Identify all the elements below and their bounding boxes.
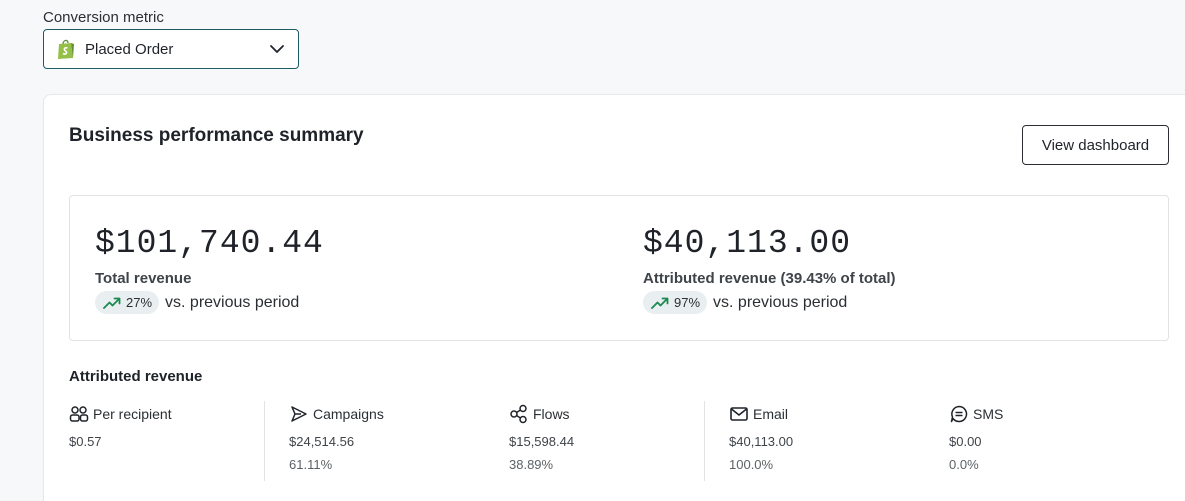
sms-icon bbox=[949, 404, 969, 424]
attr-percent: 61.11% bbox=[289, 457, 333, 472]
divider bbox=[264, 401, 265, 481]
attr-label: SMS bbox=[973, 406, 1004, 422]
send-icon bbox=[289, 404, 309, 424]
attr-value: $0.57 bbox=[69, 434, 102, 449]
attr-col-sms: SMS $0.00 0.0% bbox=[949, 402, 1003, 472]
attributed-revenue-stat: $40,113.00 Attributed revenue (39.43% of… bbox=[643, 222, 896, 314]
mail-icon bbox=[729, 404, 749, 424]
revenue-summary-box: $101,740.44 Total revenue 27% vs. previo… bbox=[69, 195, 1169, 341]
attr-percent: 0.0% bbox=[949, 457, 979, 472]
attr-label: Email bbox=[753, 406, 789, 422]
attr-percent: 38.89% bbox=[509, 457, 554, 472]
chevron-down-icon bbox=[268, 40, 286, 58]
trend-up-icon bbox=[651, 297, 669, 309]
total-revenue-value: $101,740.44 bbox=[95, 225, 324, 262]
trend-percent: 97% bbox=[674, 295, 701, 310]
trend-comparison-text: vs. previous period bbox=[165, 293, 300, 311]
divider bbox=[704, 401, 705, 481]
trend-badge: 27% bbox=[95, 291, 160, 314]
trend-comparison-text: vs. previous period bbox=[713, 293, 848, 311]
attr-col-campaigns: Campaigns $24,514.56 61.11% bbox=[289, 402, 384, 472]
conversion-metric-select[interactable]: Placed Order bbox=[43, 29, 299, 69]
attr-value: $0.00 bbox=[949, 434, 982, 449]
attributed-revenue-trend: 97% vs. previous period bbox=[643, 291, 896, 314]
trend-percent: 27% bbox=[126, 295, 153, 310]
attr-label: Campaigns bbox=[313, 406, 384, 422]
attr-col-per-recipient: Per recipient $0.57 bbox=[69, 402, 172, 449]
attributed-revenue-label: Attributed revenue (39.43% of total) bbox=[643, 270, 896, 287]
business-performance-card: Business performance summary View dashbo… bbox=[43, 94, 1185, 501]
trend-up-icon bbox=[103, 297, 121, 309]
view-dashboard-button[interactable]: View dashboard bbox=[1022, 125, 1169, 165]
attr-value: $24,514.56 bbox=[289, 434, 355, 449]
people-icon bbox=[69, 404, 89, 424]
total-revenue-stat: $101,740.44 Total revenue 27% vs. previo… bbox=[95, 222, 324, 314]
attr-col-email: Email $40,113.00 100.0% bbox=[729, 402, 793, 472]
conversion-metric-value: Placed Order bbox=[85, 40, 174, 58]
attr-col-flows: Flows $15,598.44 38.89% bbox=[509, 402, 574, 472]
attributed-revenue-value: $40,113.00 bbox=[643, 225, 852, 262]
total-revenue-label: Total revenue bbox=[95, 270, 192, 287]
total-revenue-trend: 27% vs. previous period bbox=[95, 291, 324, 314]
flow-icon bbox=[509, 404, 529, 424]
card-title: Business performance summary bbox=[69, 125, 364, 146]
attr-label: Per recipient bbox=[93, 406, 172, 422]
attr-value: $40,113.00 bbox=[729, 434, 794, 449]
trend-badge: 97% bbox=[643, 291, 708, 314]
shopify-bag-icon bbox=[56, 38, 76, 60]
attributed-revenue-title: Attributed revenue bbox=[69, 368, 203, 385]
attr-percent: 100.0% bbox=[729, 457, 774, 472]
conversion-metric-label: Conversion metric bbox=[43, 9, 164, 26]
attr-label: Flows bbox=[533, 406, 570, 422]
attr-value: $15,598.44 bbox=[509, 434, 575, 449]
